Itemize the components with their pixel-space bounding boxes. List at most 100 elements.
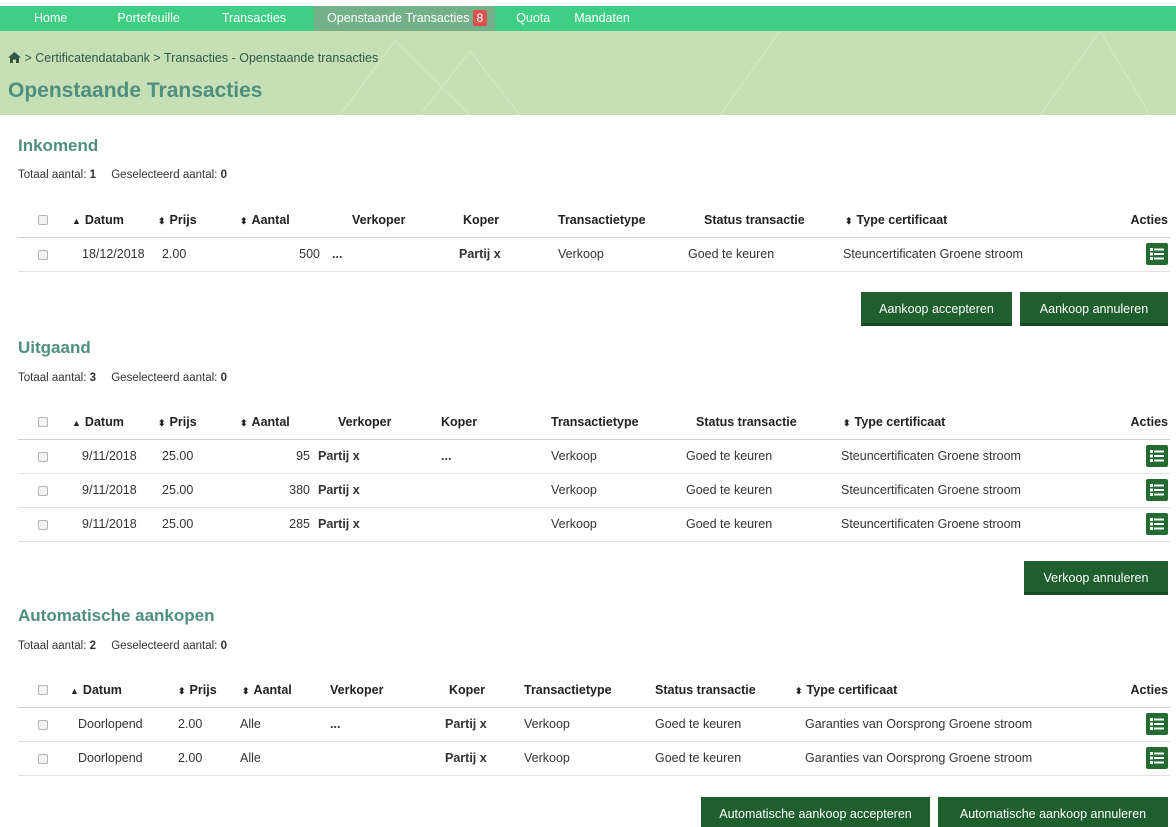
col-type-certificaat[interactable]: ⬍ Type certificaat [827, 405, 1074, 440]
select-all-checkbox[interactable] [18, 203, 68, 238]
col-label: Prijs [169, 212, 197, 227]
col-koper: Koper [428, 405, 540, 440]
col-type-certificaat[interactable]: ⬍ Type certificaat [791, 673, 1071, 708]
col-label: Transactietype [551, 414, 639, 429]
aankoop-accepteren-button[interactable]: Aankoop accepteren [861, 292, 1012, 326]
table-row: 9/11/2018 25.00 380 Partij x Verkoop Goe… [18, 473, 1170, 508]
breadcrumb-separator: > [153, 51, 161, 65]
selected-label: Geselecteerd aantal: [111, 640, 218, 652]
col-acties: Acties [1074, 405, 1170, 440]
table-row: 9/11/2018 25.00 285 Partij x Verkoop Goe… [18, 507, 1170, 542]
cell-aantal: Alle [226, 707, 310, 742]
row-checkbox[interactable] [18, 741, 68, 776]
total-count: 1 [89, 169, 97, 181]
list-icon [1150, 718, 1164, 730]
col-datum[interactable]: ▲ Datum [68, 673, 162, 708]
cell-prijs: 25.00 [158, 473, 218, 508]
cell-status: Goed te keuren [670, 439, 827, 474]
automatische-aankoop-annuleren-button[interactable]: Automatische aankoop annuleren [938, 797, 1168, 827]
nav-mandaten[interactable]: Mandaten [566, 6, 654, 31]
col-transactietype: Transactietype [545, 203, 672, 238]
row-actions-button[interactable] [1146, 445, 1168, 467]
cell-datum: 9/11/2018 [68, 439, 158, 474]
row-checkbox[interactable] [18, 473, 68, 508]
nav-portefeuille[interactable]: Portefeuille [99, 6, 208, 31]
sort-icon: ⬍ [240, 215, 248, 226]
cell-acties [1074, 507, 1170, 542]
select-all-checkbox[interactable] [18, 673, 68, 708]
home-icon[interactable] [8, 52, 21, 66]
col-label: Status transactie [704, 212, 805, 227]
aankoop-annuleren-button[interactable]: Aankoop annuleren [1020, 292, 1168, 326]
col-prijs[interactable]: ⬍ Prijs [162, 673, 226, 708]
cell-prijs: 2.00 [162, 741, 226, 776]
checkbox-icon [38, 685, 48, 696]
cell-verkoper: Partij x [318, 473, 428, 508]
col-prijs[interactable]: ⬍ Prijs [158, 203, 218, 238]
cell-koper: Partij x [443, 237, 545, 272]
automatische-aankoop-accepteren-button[interactable]: Automatische aankoop accepteren [701, 797, 930, 827]
counts-inkomend: Totaal aantal: 1 Geselecteerd aantal: 0 [18, 169, 227, 181]
col-type-certificaat[interactable]: ⬍ Type certificaat [829, 203, 1076, 238]
row-actions-button[interactable] [1146, 513, 1168, 535]
breadcrumb-certificatendatabank[interactable]: Certificatendatabank [35, 51, 150, 65]
list-icon [1150, 450, 1164, 462]
row-checkbox[interactable] [18, 707, 68, 742]
row-actions-button[interactable] [1146, 479, 1168, 501]
col-label: Type certificaat [856, 212, 948, 227]
col-aantal[interactable]: ⬍ Aantal [226, 673, 310, 708]
cell-type-certificaat: Garanties van Oorsprong Groene stroom [791, 707, 1071, 742]
col-label: Datum [84, 414, 124, 429]
table-automatische-aankopen: ▲ Datum ⬍ Prijs ⬍ Aantal Verkoper Koper Tra… [18, 673, 1170, 776]
row-actions-button[interactable] [1146, 713, 1168, 735]
nav-transacties[interactable]: Transacties [208, 6, 314, 31]
col-label: Koper [441, 414, 478, 429]
sort-icon: ⬍ [795, 685, 803, 696]
nav-openstaande-transacties[interactable]: Openstaande Transacties 8 [314, 6, 496, 31]
col-verkoper: Verkoper [310, 673, 423, 708]
cell-koper: Partij x [423, 741, 518, 776]
col-label: Datum [82, 682, 122, 697]
total-label: Totaal aantal: [18, 640, 87, 652]
col-aantal[interactable]: ⬍ Aantal [218, 405, 318, 440]
cell-type-certificaat: Garanties van Oorsprong Groene stroom [791, 741, 1071, 776]
col-prijs[interactable]: ⬍ Prijs [158, 405, 218, 440]
cell-acties [1074, 439, 1170, 474]
col-koper: Koper [443, 203, 545, 238]
cell-prijs: 2.00 [158, 237, 218, 272]
counts-automatisch: Totaal aantal: 2 Geselecteerd aantal: 0 [18, 640, 227, 652]
col-datum[interactable]: ▲ Datum [68, 203, 158, 238]
sort-icon: ⬍ [158, 417, 166, 428]
cell-datum: Doorlopend [68, 707, 162, 742]
row-checkbox[interactable] [18, 439, 68, 474]
breadcrumb-current: Transacties - Openstaande transacties [163, 51, 379, 65]
col-datum[interactable]: ▲ Datum [68, 405, 158, 440]
cell-prijs: 25.00 [158, 507, 218, 542]
col-label: Koper [449, 682, 486, 697]
col-verkoper: Verkoper [328, 203, 443, 238]
selected-label: Geselecteerd aantal: [111, 372, 218, 384]
main-nav: Home Portefeuille Transacties Openstaand… [0, 6, 1176, 31]
verkoop-annuleren-button[interactable]: Verkoop annuleren [1024, 561, 1168, 595]
total-count: 3 [89, 372, 97, 384]
col-status: Status transactie [639, 673, 791, 708]
select-all-checkbox[interactable] [18, 405, 68, 440]
row-checkbox[interactable] [18, 507, 68, 542]
col-label: Acties [1130, 212, 1168, 227]
list-icon [1150, 752, 1164, 764]
row-actions-button[interactable] [1146, 747, 1168, 769]
cell-transactietype: Verkoop [540, 473, 670, 508]
cell-prijs: 2.00 [162, 707, 226, 742]
cell-type-certificaat: Steuncertificaten Groene stroom [827, 439, 1074, 474]
row-checkbox[interactable] [18, 237, 68, 272]
nav-home[interactable]: Home [0, 6, 99, 31]
col-transactietype: Transactietype [518, 673, 639, 708]
nav-quota[interactable]: Quota [495, 6, 566, 31]
col-status: Status transactie [672, 203, 829, 238]
cell-acties [1076, 237, 1170, 272]
col-label: Verkoper [338, 414, 392, 429]
sort-asc-icon: ▲ [72, 215, 81, 226]
row-actions-button[interactable] [1146, 243, 1168, 265]
cell-verkoper: Partij x [318, 507, 428, 542]
col-aantal[interactable]: ⬍ Aantal [218, 203, 328, 238]
